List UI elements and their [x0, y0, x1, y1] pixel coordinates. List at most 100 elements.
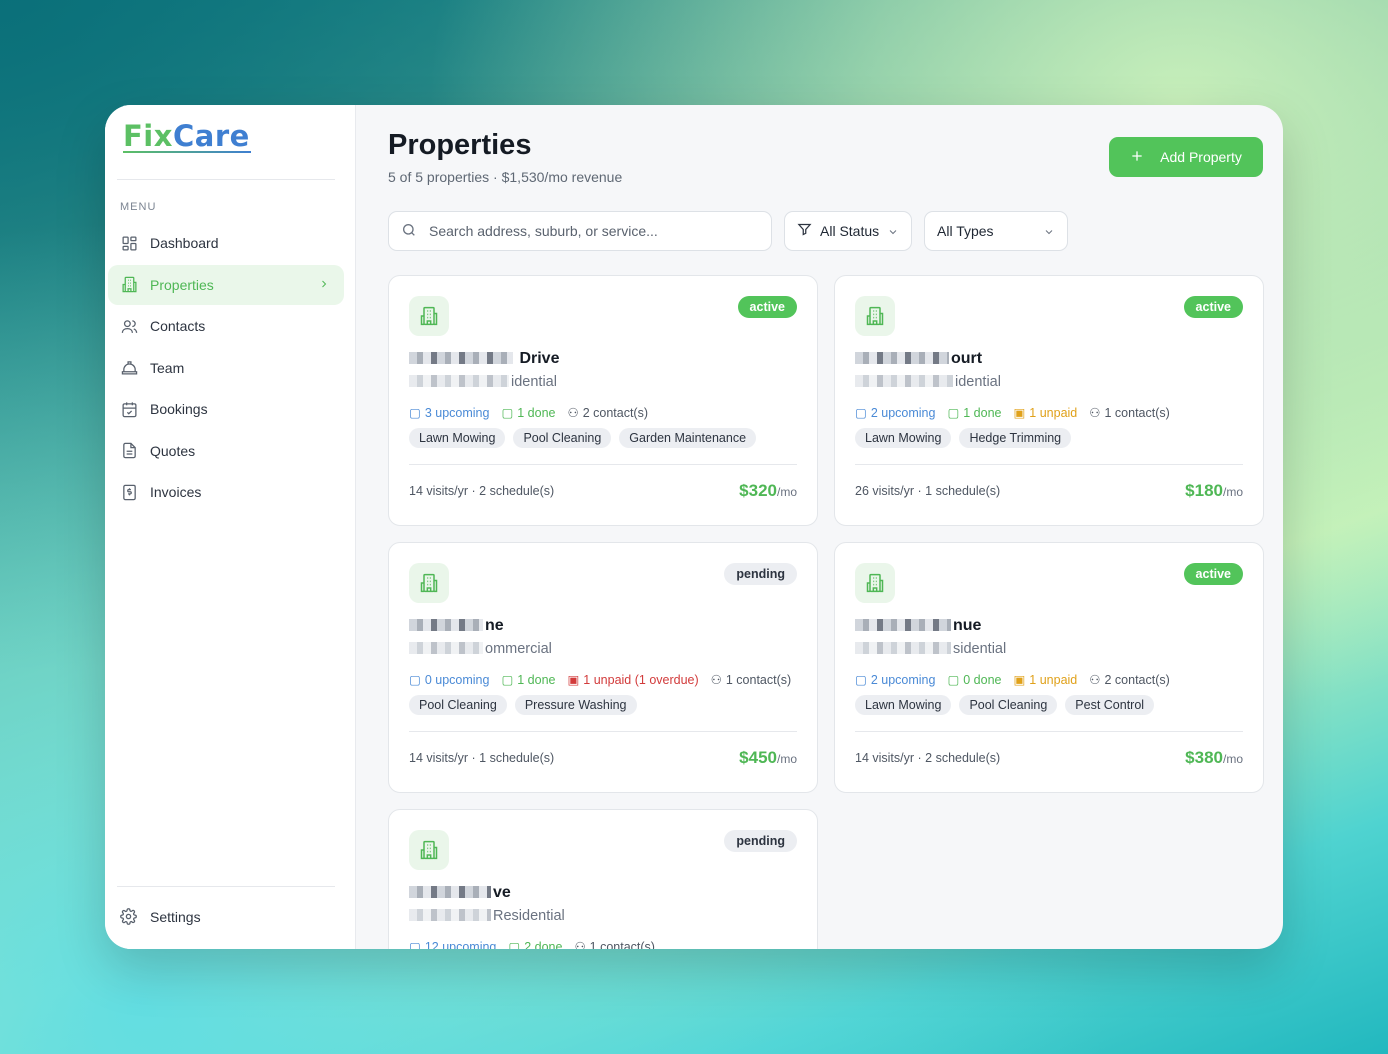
property-card[interactable]: active ourt idential ▢ 2 upcoming ▢ 1 done… [834, 275, 1264, 526]
property-card[interactable]: pending ve Residential ▢ 12 upcoming ▢ 2 d… [388, 809, 818, 949]
building-icon [409, 296, 449, 336]
upcoming-stat: ▢ 2 upcoming [855, 405, 936, 421]
contacts-stat: ⚇ 1 contact(s) [1089, 405, 1170, 421]
service-tags: Lawn Mowing Pool Cleaning Pest Control [855, 695, 1155, 715]
status-badge: active [737, 296, 797, 318]
redacted-text [409, 375, 509, 387]
property-card[interactable]: active Drive idential ▢ 3 upcoming ▢ 1 don… [388, 275, 818, 526]
sidebar-item-dashboard[interactable]: Dashboard [108, 223, 344, 263]
monthly-price: $320/mo [739, 481, 797, 500]
menu-label: MENU [120, 201, 157, 213]
document-icon [120, 442, 138, 460]
hardhat-icon [120, 359, 138, 377]
status-filter[interactable]: All Status [784, 211, 912, 251]
property-card[interactable]: pending ne ommercial ▢ 0 upcoming ▢ 1 done… [388, 542, 818, 793]
property-card[interactable]: active nue sidential ▢ 2 upcoming ▢ 0 done… [834, 542, 1264, 793]
property-type: ommercial [409, 641, 552, 657]
card-divider [855, 464, 1243, 465]
monthly-price: $380/mo [1185, 748, 1243, 767]
search-icon [401, 222, 417, 241]
calendar-icon: ▢ [409, 940, 421, 949]
brand-logo[interactable]: FixCare [123, 119, 250, 153]
invoice-icon [120, 483, 138, 501]
type-filter[interactable]: All Types [924, 211, 1068, 251]
redacted-text [409, 352, 513, 364]
sidebar-item-bookings[interactable]: Bookings [108, 389, 344, 429]
property-address: nue [855, 617, 981, 635]
redacted-text [409, 909, 491, 921]
sidebar-item-quotes[interactable]: Quotes [108, 431, 344, 471]
visits-summary: 14 visits/yr · 2 schedule(s) [409, 484, 555, 498]
calendar-check-icon: ▢ [947, 406, 960, 420]
search-input[interactable]: Search address, suburb, or service... [388, 211, 772, 251]
redacted-text [855, 619, 951, 631]
done-stat: ▢ 2 done [508, 939, 562, 950]
status-badge: active [1183, 296, 1243, 318]
users-icon [120, 317, 138, 335]
upcoming-stat: ▢ 3 upcoming [409, 405, 490, 421]
sidebar: FixCare MENU Dashboard Properties Contac… [105, 105, 356, 949]
service-tag: Pressure Washing [514, 695, 637, 715]
sidebar-item-label: Bookings [150, 401, 208, 417]
service-tag: Lawn Mowing [855, 428, 952, 448]
contacts-stat: ⚇ 1 contact(s) [574, 939, 655, 950]
unpaid-stat: ▣ 1 unpaid [1013, 672, 1078, 688]
service-tag: Pool Cleaning [959, 695, 1058, 715]
sidebar-item-settings[interactable]: Settings [120, 908, 201, 926]
card-divider [409, 464, 797, 465]
service-tag: Hedge Trimming [959, 428, 1072, 448]
logo-underline [123, 151, 251, 153]
status-badge: active [1183, 563, 1243, 585]
service-tag: Lawn Mowing [855, 695, 952, 715]
status-filter-value: All Status [820, 223, 880, 239]
service-tag: Garden Maintenance [619, 428, 757, 448]
card-divider [409, 731, 797, 732]
redacted-text [855, 642, 951, 654]
property-address: ourt [855, 350, 982, 368]
visits-summary: 26 visits/yr · 1 schedule(s) [855, 484, 1001, 498]
chevron-down-icon [1043, 225, 1055, 241]
monthly-price: $450/mo [739, 748, 797, 767]
contacts-stat: ⚇ 2 contact(s) [567, 405, 649, 421]
status-badge: pending [724, 830, 797, 852]
calendar-check-icon: ▢ [501, 673, 514, 687]
users-icon: ⚇ [1089, 406, 1101, 420]
service-tags: Lawn Mowing Hedge Trimming [855, 428, 1072, 448]
redacted-text [409, 886, 491, 898]
calendar-icon: ▢ [855, 406, 867, 420]
sidebar-item-invoices[interactable]: Invoices [108, 472, 344, 512]
service-tag: Pool Cleaning [409, 695, 507, 715]
calendar-icon: ▢ [409, 406, 421, 420]
sidebar-item-contacts[interactable]: Contacts [108, 306, 344, 346]
redacted-text [409, 619, 483, 631]
building-icon [855, 563, 895, 603]
add-property-button[interactable]: Add Property [1109, 137, 1263, 177]
status-badge: pending [724, 563, 797, 585]
unpaid-stat: ▣ 1 unpaid (1 overdue) [567, 672, 699, 688]
sidebar-item-label: Team [150, 359, 185, 376]
service-tags: Lawn Mowing Pool Cleaning Garden Mainten… [409, 428, 757, 448]
invoice-icon: ▣ [1013, 673, 1026, 687]
sidebar-item-properties[interactable]: Properties [108, 264, 344, 305]
property-address: Drive [409, 350, 559, 368]
add-property-label: Add Property [1160, 149, 1242, 165]
service-tags: Pool Cleaning Pressure Washing [409, 695, 637, 715]
sidebar-item-label: Quotes [150, 442, 196, 459]
gear-icon [120, 908, 138, 926]
sidebar-item-label: Dashboard [150, 235, 219, 251]
settings-label: Settings [150, 909, 201, 925]
contacts-stat: ⚇ 2 contact(s) [1089, 672, 1170, 688]
app-window: FixCare MENU Dashboard Properties Contac… [105, 105, 1283, 949]
contacts-stat: ⚇ 1 contact(s) [710, 672, 792, 688]
upcoming-stat: ▢ 12 upcoming [409, 939, 496, 950]
property-type: idential [409, 374, 557, 390]
monthly-price: $180/mo [1185, 481, 1243, 500]
brand-part2: Care [172, 119, 250, 153]
sidebar-item-label: Contacts [150, 318, 206, 334]
invoice-icon: ▣ [1013, 406, 1026, 420]
property-stats: ▢ 0 upcoming ▢ 1 done ▣ 1 unpaid (1 overdue… [409, 672, 792, 688]
type-filter-value: All Types [937, 223, 994, 239]
property-type: sidential [855, 641, 1006, 657]
visits-summary: 14 visits/yr · 1 schedule(s) [409, 751, 555, 765]
sidebar-item-team[interactable]: Team [108, 348, 344, 388]
